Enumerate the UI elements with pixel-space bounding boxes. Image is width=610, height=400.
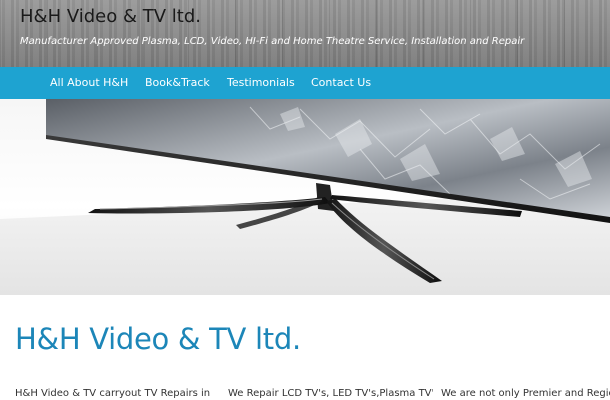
main-nav: All About H&H Book&Track Testimonials Co… (0, 67, 610, 99)
repairs-column-text: We Repair LCD TV's, LED TV's,Plasma TV's… (228, 388, 433, 399)
intro-column-text: H&H Video & TV carryout TV Repairs in (15, 388, 211, 399)
site-header: H&H Video & TV ltd. Manufacturer Approve… (0, 0, 610, 67)
nav-item-all-about[interactable]: All About H&H (50, 67, 128, 99)
hero-banner (0, 99, 610, 295)
page-heading: H&H Video & TV ltd. (15, 322, 301, 356)
dealer-column-text: We are not only Premier and Regional (441, 388, 610, 399)
site-tagline: Manufacturer Approved Plasma, LCD, Video… (20, 36, 525, 47)
tv-on-stand-image (0, 99, 610, 295)
nav-item-book-track[interactable]: Book&Track (145, 67, 210, 99)
nav-item-contact-us[interactable]: Contact Us (311, 67, 371, 99)
nav-item-testimonials[interactable]: Testimonials (227, 67, 295, 99)
site-title[interactable]: H&H Video & TV ltd. (20, 6, 201, 27)
